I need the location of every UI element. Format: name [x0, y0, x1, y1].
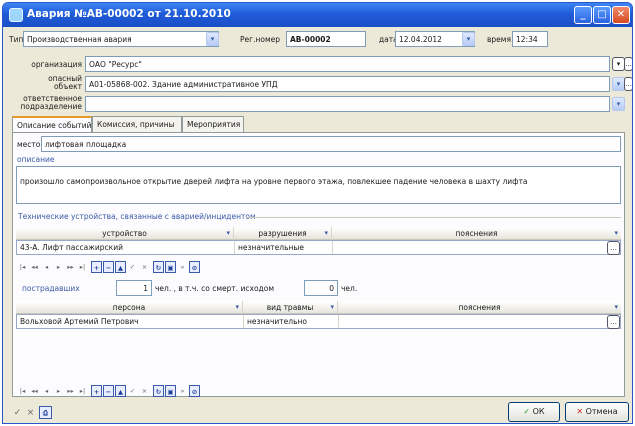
nav-delete-icon[interactable]: −	[103, 385, 114, 397]
maximize-button[interactable]: □	[593, 6, 611, 24]
nav-last-icon[interactable]: ▸|	[77, 261, 88, 273]
check-icon[interactable]: ✓	[12, 407, 23, 419]
date-picker-icon[interactable]: ▾	[462, 32, 475, 46]
window-title: Авария №АВ-00002 от 21.10.2010	[27, 8, 231, 20]
victims-row[interactable]: Вольховой Артемий Петрович незначительно	[16, 314, 621, 329]
devices-row[interactable]: 43-А. Лифт пассажирский незначительные	[16, 240, 621, 255]
organization-field[interactable]: ОАО "Ресурс"	[85, 56, 610, 72]
victims-row-button[interactable]: …	[607, 315, 620, 329]
place-field[interactable]: лифтовая площадка	[41, 136, 621, 152]
nav-goto-icon[interactable]: »	[177, 385, 188, 397]
nav-next-page-icon[interactable]: ▸▸	[65, 261, 76, 273]
devices-col-device[interactable]: устройство ▾	[16, 227, 234, 240]
devices-group-line	[246, 217, 621, 218]
department-label: ответственное подразделение	[20, 94, 82, 111]
print-icon[interactable]: ⎙	[39, 406, 52, 419]
organization-more-button[interactable]: …	[624, 57, 632, 71]
app-icon	[9, 8, 23, 22]
devices-row-button[interactable]: …	[607, 241, 620, 255]
victims-col-injury[interactable]: вид травмы ▾	[243, 301, 338, 314]
cancel-label: Отмена	[585, 407, 618, 416]
victims-col-notes[interactable]: пояснения ▾	[338, 301, 621, 314]
tab-measures[interactable]: Мероприятия	[182, 116, 244, 132]
type-dropdown-icon[interactable]: ▾	[206, 32, 219, 46]
nav-refresh-icon[interactable]: ↻	[153, 385, 164, 397]
nav-edit-icon[interactable]: ▲	[115, 385, 126, 397]
type-select[interactable]: Производственная авария	[23, 31, 219, 47]
cross-icon[interactable]: ×	[25, 407, 36, 419]
nav-insert-icon[interactable]: +	[91, 261, 102, 273]
nav-insert-icon[interactable]: +	[91, 385, 102, 397]
nav-prev-icon[interactable]: ◂	[41, 385, 52, 397]
cancel-button[interactable]: ✕ Отмена	[565, 402, 629, 422]
damage-cell[interactable]: незначительные	[235, 241, 333, 254]
devices-col-notes[interactable]: пояснения ▾	[332, 227, 621, 240]
victims-unit-label: чел. , в т.ч. со смерт. исходом	[155, 284, 274, 293]
nav-first-icon[interactable]: |◂	[17, 385, 28, 397]
title-bar: Авария №АВ-00002 от 21.10.2010 _ □ ✕	[3, 3, 632, 27]
nav-filter-icon[interactable]: ⊘	[189, 261, 200, 273]
nav-first-icon[interactable]: |◂	[17, 261, 28, 273]
nav-cancel-icon[interactable]: ×	[139, 261, 150, 273]
description-field[interactable]: произошло самопроизвольное открытие двер…	[16, 166, 621, 204]
nav-next-icon[interactable]: ▸	[53, 261, 64, 273]
hazard-object-field[interactable]: А01-05868-002. Здание административное У…	[85, 76, 610, 92]
nav-next-icon[interactable]: ▸	[53, 385, 64, 397]
regnum-label: Рег.номер	[240, 35, 280, 44]
devices-group-title: Технические устройства, связанные с авар…	[18, 212, 256, 221]
ok-button[interactable]: ✓ ОК	[508, 402, 560, 422]
hazard-more-button[interactable]: …	[624, 77, 632, 91]
nav-refresh-icon[interactable]: ↻	[153, 261, 164, 273]
regnum-field[interactable]: АВ-00002	[286, 31, 366, 47]
time-field[interactable]: 12:34	[512, 31, 548, 47]
tab-event-description[interactable]: Описание событий	[12, 116, 92, 133]
nav-filter-icon[interactable]: ⊘	[189, 385, 200, 397]
nav-bookmark-icon[interactable]: ▣	[165, 261, 176, 273]
nav-next-page-icon[interactable]: ▸▸	[65, 385, 76, 397]
fatal-count-field[interactable]: 0	[304, 280, 338, 296]
injury-cell[interactable]: незначительно	[244, 315, 339, 328]
minimize-button[interactable]: _	[574, 6, 592, 24]
victims-grid-header: персона ▾ вид травмы ▾ пояснения ▾	[16, 301, 621, 314]
person-cell[interactable]: Вольховой Артемий Петрович	[17, 315, 244, 328]
device-notes-cell[interactable]	[333, 241, 619, 254]
nav-delete-icon[interactable]: −	[103, 261, 114, 273]
nav-bookmark-icon[interactable]: ▣	[165, 385, 176, 397]
organization-label: организация	[31, 60, 82, 69]
department-field[interactable]	[85, 96, 610, 112]
nav-cancel-icon[interactable]: ×	[139, 385, 150, 397]
place-label: место	[17, 140, 41, 149]
nav-edit-icon[interactable]: ▲	[115, 261, 126, 273]
nav-prev-page-icon[interactable]: ◂◂	[29, 261, 40, 273]
fatal-unit-label: чел.	[341, 284, 358, 293]
close-button[interactable]: ✕	[612, 6, 630, 24]
victims-label: пострадавших	[22, 284, 80, 293]
nav-last-icon[interactable]: ▸|	[77, 385, 88, 397]
type-label: Тип	[9, 35, 24, 44]
tab-commission-causes[interactable]: Комиссия, причины	[92, 116, 182, 132]
device-cell[interactable]: 43-А. Лифт пассажирский	[17, 241, 235, 254]
accident-window: Авария №АВ-00002 от 21.10.2010 _ □ ✕ Тип…	[2, 2, 633, 424]
description-label: описание	[17, 155, 55, 164]
devices-col-damage[interactable]: разрушения ▾	[234, 227, 332, 240]
department-dropdown-icon[interactable]: ▾	[612, 97, 625, 111]
hazard-label: опасный объект	[48, 74, 82, 91]
nav-prev-page-icon[interactable]: ◂◂	[29, 385, 40, 397]
victim-notes-cell[interactable]	[339, 315, 619, 328]
devices-grid-header: устройство ▾ разрушения ▾ пояснения ▾	[16, 227, 621, 240]
nav-post-icon[interactable]: ✓	[127, 261, 138, 273]
nav-post-icon[interactable]: ✓	[127, 385, 138, 397]
time-label: время	[487, 35, 511, 44]
tab-panel: место лифтовая площадка описание произош…	[12, 132, 625, 397]
nav-goto-icon[interactable]: »	[177, 261, 188, 273]
cancel-x-icon: ✕	[576, 407, 584, 416]
ok-check-icon: ✓	[523, 407, 531, 416]
victims-count-field[interactable]: 1	[116, 280, 152, 296]
victims-col-person[interactable]: персона ▾	[16, 301, 243, 314]
nav-prev-icon[interactable]: ◂	[41, 261, 52, 273]
ok-label: ОК	[532, 407, 545, 416]
